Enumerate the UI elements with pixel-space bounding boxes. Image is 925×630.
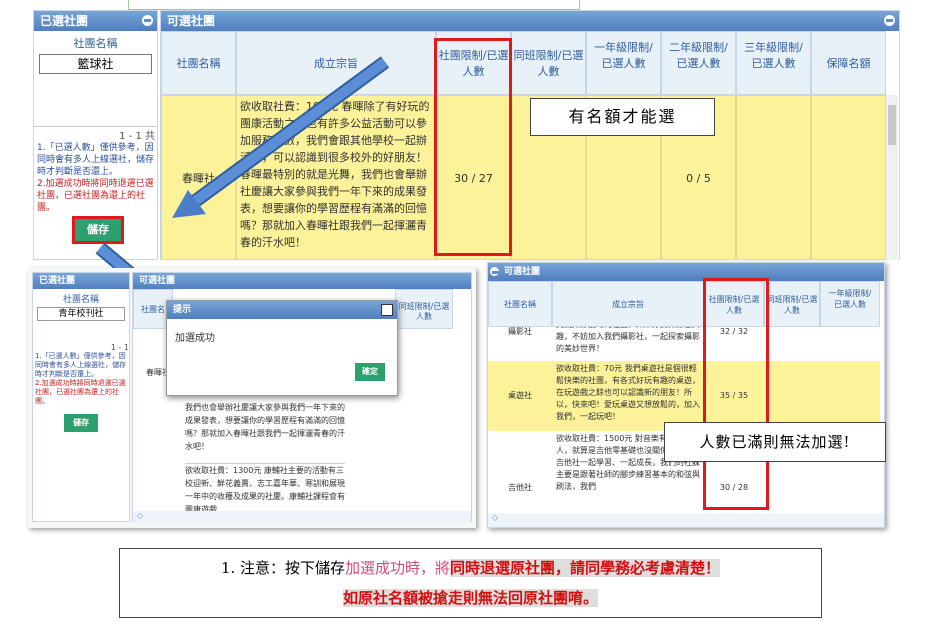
- table-row[interactable]: 攝影社 交流攝影技巧的社團，如果你對攝影感興趣，不妨加入我們攝影社，一起探索攝影…: [488, 327, 880, 361]
- collapse-icon[interactable]: [490, 267, 499, 276]
- col-name[interactable]: 社團名稱: [161, 31, 236, 95]
- club-name: 攝影社: [508, 327, 532, 336]
- club-purpose: 欲收取社費：70元 我們桌遊社是個很輕鬆快樂的社團，有各式好玩有趣的桌遊，在玩遊…: [556, 364, 700, 421]
- col-guarantee[interactable]: 保障名額: [811, 31, 886, 95]
- club-name: 吉他社: [508, 483, 532, 492]
- collapse-icon[interactable]: [884, 15, 895, 26]
- success-dialog: 提示 加選成功 確定: [166, 300, 398, 396]
- top-input-strip: [128, 0, 580, 10]
- save-button[interactable]: 儲存: [64, 414, 98, 432]
- screenshot-add-success: 已選社團 社團名稱 青年校刊社 1 - 1 1.「已選人數」僅供參考，因同時會有…: [28, 268, 476, 528]
- col-grade1[interactable]: 一年級限制/已選人數: [820, 281, 880, 327]
- name-header: 社團名稱: [73, 37, 118, 50]
- col-class-limit[interactable]: 同班限制/已選人數: [395, 289, 453, 329]
- collapse-icon[interactable]: [142, 15, 153, 26]
- col-class-limit[interactable]: 同班限制/已選人數: [764, 281, 820, 327]
- dialog-message: 加選成功: [175, 333, 215, 344]
- callout-full: 人數已滿則無法加選!: [664, 422, 886, 462]
- panel-title: 可選社團: [504, 267, 541, 277]
- table-row[interactable]: 桌遊社 欲收取社費：70元 我們桌遊社是個很輕鬆快樂的社團，有各式好玩有趣的桌遊…: [488, 361, 880, 431]
- note-2: 2.加選成功時將同時退選已選社團，已選社團為還上的社團。: [37, 179, 154, 213]
- club-purpose: 我們也會舉辦社慶讓大家參與我們一年下來的成果發表，想要讓你的學習歷程有滿滿的回憶…: [185, 403, 345, 451]
- callout-available: 有名額才能選: [530, 98, 715, 136]
- name-header: 社團名稱: [62, 295, 99, 305]
- col-purpose[interactable]: 成立宗旨: [236, 31, 436, 95]
- club-name: 桌遊社: [508, 391, 532, 400]
- table-footer: ◇: [488, 513, 884, 527]
- panel-title: 已選社團: [40, 14, 89, 28]
- note-prefix: 1. 注意：按下儲存: [220, 559, 346, 577]
- club-name: 春暉社: [161, 95, 236, 260]
- club-purpose: 欲收取社費：100元 春暉除了有好玩的團康活動之外也有許多公益活動可以參加服務時…: [236, 95, 436, 260]
- club-limit-highlight: [434, 38, 512, 256]
- dialog-title: 提示: [173, 305, 192, 315]
- col-purpose[interactable]: 成立宗旨: [552, 281, 704, 327]
- save-button[interactable]: 儲存: [72, 216, 124, 244]
- col-name[interactable]: 社團名稱: [488, 281, 552, 327]
- selected-club-field[interactable]: 青年校刊社: [37, 307, 125, 321]
- note-pink: 加選成功時，將: [345, 559, 451, 577]
- club-purpose: 交流攝影技巧的社團，如果你對攝影感興趣，不妨加入我們攝影社，一起探索攝影的美妙世…: [556, 327, 700, 353]
- screenshot-full-club: 可選社團 社團名稱 成立宗旨 社團限制/已選人數 同班限制/已選人數 一年級限制…: [487, 262, 885, 528]
- col-grade1[interactable]: 一年級限制/已選人數: [586, 31, 661, 95]
- note-1: 1.「已選人數」僅供參考，因同時會有多人上線選社，儲存時才判斷是否還上。: [37, 143, 155, 177]
- club-limit-highlight: [703, 278, 769, 510]
- warning-note: 1. 注意：按下儲存加選成功時，將同時退選原社團，請同學務必考慮清楚！ 如原社名…: [119, 548, 822, 618]
- col-grade2[interactable]: 二年級限制/已選人數: [661, 31, 736, 95]
- pager: 1 - 1 共: [119, 131, 155, 142]
- panel-title: 已選社團: [39, 276, 76, 286]
- scrollbar[interactable]: [886, 95, 898, 260]
- ok-button[interactable]: 確定: [355, 363, 385, 381]
- note-bold-2: 如原社名額被搶走則無法回原社團唷。: [342, 589, 598, 607]
- col-grade3[interactable]: 三年級限制/已選人數: [736, 31, 811, 95]
- pager: 1 - 1: [110, 343, 129, 352]
- table-footer: ◇: [133, 511, 471, 523]
- note-2: 2.加選成功時將同時退選已選社團，已選社團為還上的社團。: [35, 379, 126, 405]
- panel-title: 可選社團: [167, 14, 216, 28]
- note-1: 1.「已選人數」僅供參考，因同時會有多人上線選社，儲存時才判斷是否還上。: [35, 352, 126, 378]
- selected-club-field[interactable]: 籃球社: [39, 54, 152, 74]
- panel-title: 可選社團: [139, 276, 176, 286]
- note-bold-1: 同時退選原社團，請同學務必考慮清楚！: [450, 559, 721, 577]
- close-icon[interactable]: [381, 304, 393, 316]
- col-class-limit[interactable]: 同班限制/已選人數: [511, 31, 586, 95]
